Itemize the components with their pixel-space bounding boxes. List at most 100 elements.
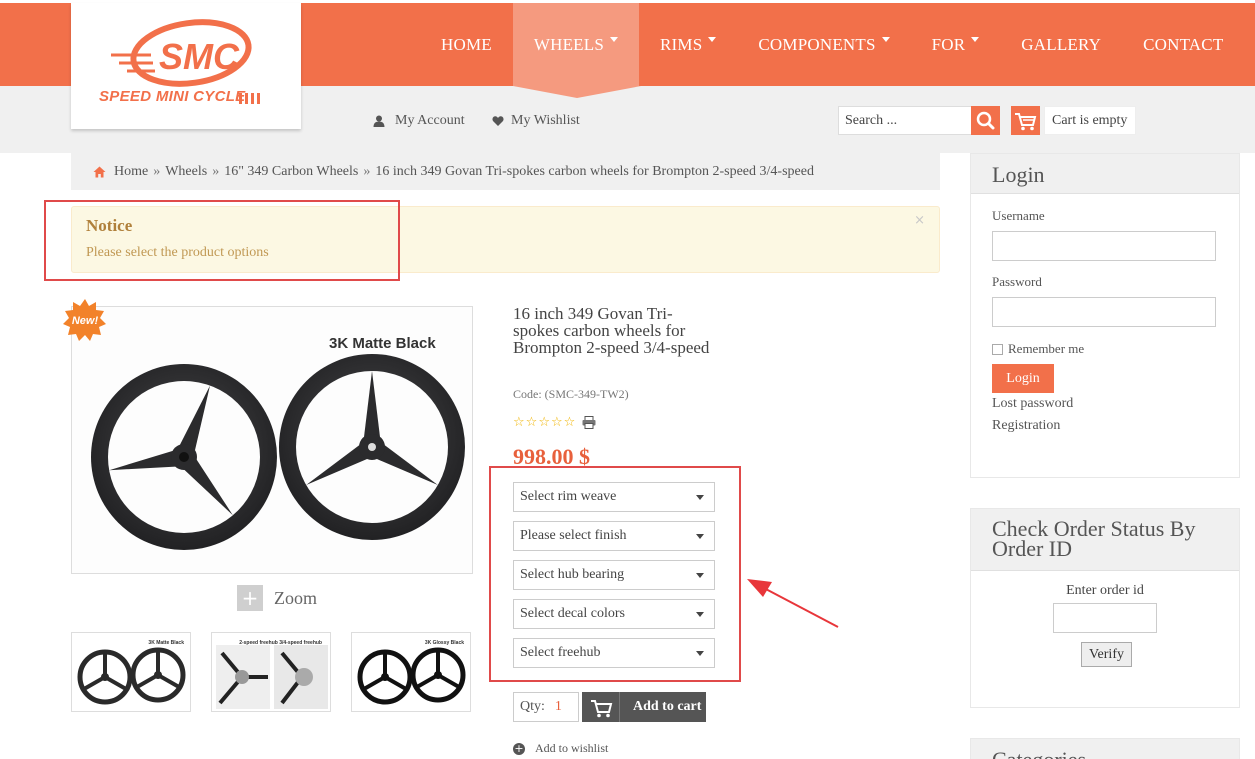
cart-icon (1015, 113, 1037, 131)
verify-button[interactable]: Verify (1081, 642, 1132, 667)
nav-label: CONTACT (1143, 34, 1224, 54)
star-icon[interactable]: ☆ (564, 415, 576, 430)
star-icon[interactable]: ☆ (526, 415, 538, 430)
print-icon[interactable] (582, 416, 596, 429)
star-icon[interactable]: ☆ (551, 415, 563, 430)
lost-password-link[interactable]: Lost password (992, 396, 1073, 412)
login-button[interactable]: Login (992, 364, 1054, 393)
breadcrumb-separator: » (153, 163, 161, 179)
new-badge: New! (63, 298, 107, 342)
quantity-field: Qty: 1 (513, 692, 579, 722)
thumbnail-2[interactable]: 2-speed freehub 3/4-speed freehub (211, 632, 331, 712)
caret-down-icon (881, 37, 890, 42)
nav-label: RIMS (660, 34, 703, 54)
nav-components[interactable]: COMPONENTS (737, 3, 910, 86)
breadcrumb: Home » Wheels » 16" 349 Carbon Wheels » … (71, 153, 940, 190)
registration-link[interactable]: Registration (992, 418, 1060, 434)
thumbnail-caption: 3K Glossy Black (424, 640, 464, 646)
password-input[interactable] (992, 297, 1216, 327)
nav-for[interactable]: FOR (911, 3, 1001, 86)
categories-panel: Categories (970, 738, 1240, 759)
new-badge-label: New! (72, 315, 99, 327)
notice-close-icon[interactable]: × (914, 213, 925, 228)
breadcrumb-home[interactable]: Home (114, 164, 148, 180)
main-navigation: HOME WHEELS RIMS COMPONENTS FOR GALLERY CONTAC… (420, 3, 1244, 98)
starburst-icon: New! (63, 299, 106, 341)
nav-gallery[interactable]: GALLERY (1000, 3, 1122, 86)
caret-down-icon (610, 37, 618, 42)
thumbnail-1[interactable]: 3K Matte Black (71, 632, 191, 712)
remember-me-label: Remember me (1008, 341, 1085, 356)
my-wishlist-label: My Wishlist (511, 113, 580, 128)
my-account-link[interactable]: My Account (373, 113, 465, 129)
order-status-panel: Check Order Status By Order ID Enter ord… (970, 508, 1240, 708)
nav-label: HOME (441, 34, 492, 54)
password-label: Password (992, 274, 1042, 289)
smc-logo-icon: SMC (111, 19, 260, 104)
search-button[interactable] (971, 106, 1000, 135)
remember-me: Remember me (992, 341, 1084, 357)
remember-me-checkbox[interactable] (992, 343, 1003, 355)
my-wishlist-link[interactable]: My Wishlist (492, 113, 580, 129)
plus-circle-icon: + (513, 741, 525, 755)
add-to-wishlist-label: Add to wishlist (535, 741, 609, 755)
categories-title: Categories (971, 739, 1239, 759)
qty-input[interactable]: 1 (555, 699, 562, 714)
add-to-cart-label: Add to cart (633, 699, 702, 714)
product-main-image[interactable]: 3K Matte Black (71, 306, 473, 574)
annotation-highlight-box (44, 200, 400, 281)
qty-label: Qty: (520, 699, 545, 714)
order-id-input[interactable] (1053, 603, 1157, 633)
heart-icon (492, 116, 504, 126)
zoom-control[interactable]: + Zoom (237, 585, 317, 611)
caret-down-icon (708, 37, 717, 42)
product-code: Code: (SMC-349-TW2) (513, 387, 629, 401)
plus-icon: + (237, 585, 263, 611)
breadcrumb-category[interactable]: 16" 349 Carbon Wheels (224, 164, 358, 180)
breadcrumb-separator: » (212, 163, 220, 179)
cart-button[interactable] (1011, 106, 1040, 135)
thumbnail-caption: 2-speed freehub 3/4-speed freehub (239, 640, 322, 646)
add-to-wishlist-link[interactable]: + Add to wishlist (513, 741, 608, 756)
breadcrumb-current: 16 inch 349 Govan Tri-spokes carbon whee… (375, 163, 814, 179)
breadcrumb-wheels[interactable]: Wheels (165, 164, 207, 180)
site-logo[interactable]: SMC SPEED MINI CYCLE (71, 3, 301, 129)
logo-abbrev: SMC (159, 36, 240, 77)
cart-status[interactable]: Cart is empty (1044, 106, 1136, 135)
login-title: Login (971, 154, 1239, 194)
home-icon[interactable] (93, 166, 106, 178)
annotation-highlight-box (489, 466, 741, 682)
rating: ☆ ☆ ☆ ☆ ☆ (513, 415, 596, 430)
nav-label: COMPONENTS (758, 34, 876, 54)
nav-label: FOR (931, 34, 966, 54)
nav-label: GALLERY (1021, 34, 1102, 54)
thumbnail-3[interactable]: 3K Glossy Black (351, 632, 471, 712)
nav-contact[interactable]: CONTACT (1122, 3, 1244, 86)
login-panel: Login Username Password Remember me Logi… (970, 153, 1240, 478)
product-title: 16 inch 349 Govan Tri-spokes carbon whee… (513, 304, 710, 357)
nav-wheels[interactable]: WHEELS (512, 3, 642, 98)
user-icon (373, 115, 385, 127)
caret-down-icon (971, 37, 980, 42)
nav-rims[interactable]: RIMS (639, 3, 737, 86)
search-input[interactable] (838, 106, 972, 135)
star-icon[interactable]: ☆ (513, 415, 525, 430)
logo-name: SPEED MINI CYCLE (99, 88, 246, 105)
nav-label: WHEELS (533, 34, 604, 54)
my-account-label: My Account (395, 113, 465, 128)
nav-home[interactable]: HOME (420, 3, 513, 86)
username-input[interactable] (992, 231, 1216, 261)
add-to-cart-button[interactable]: Add to cart (582, 692, 706, 722)
username-label: Username (992, 208, 1045, 223)
order-status-title: Check Order Status By Order ID (971, 509, 1239, 571)
order-id-label: Enter order id (1066, 583, 1144, 598)
thumbnail-caption: 3K Matte Black (148, 640, 184, 646)
image-caption: 3K Matte Black (329, 335, 436, 352)
zoom-label: Zoom (274, 587, 317, 608)
star-icon[interactable]: ☆ (538, 415, 550, 430)
breadcrumb-separator: » (363, 163, 371, 179)
star-rating[interactable]: ☆ ☆ ☆ ☆ ☆ (513, 415, 576, 430)
search-icon (976, 111, 995, 130)
cart-icon (582, 692, 620, 722)
annotation-arrow-icon (747, 579, 839, 628)
